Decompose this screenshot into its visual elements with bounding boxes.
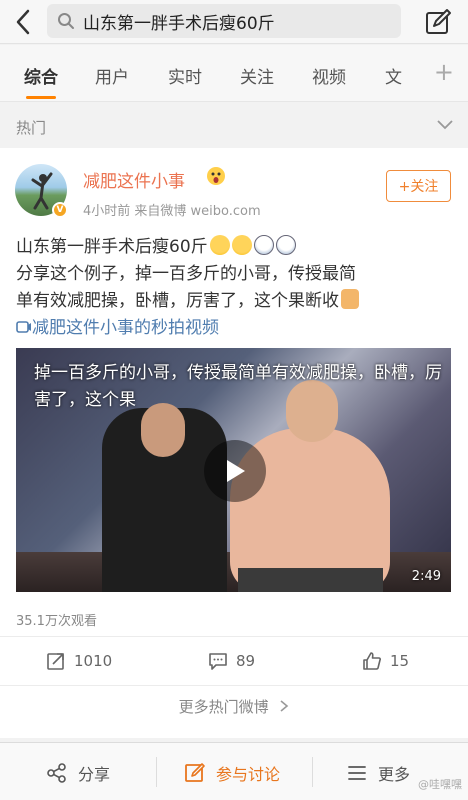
tab-users[interactable]: 用户 [95, 63, 129, 88]
edit-icon [426, 9, 451, 34]
compose-button[interactable] [422, 6, 454, 38]
more-label: 更多 [378, 765, 411, 784]
tab-general[interactable]: 综合 [24, 63, 58, 88]
ghost-emoji-icon [275, 235, 296, 255]
back-button[interactable] [6, 4, 40, 40]
ghost-emoji-icon [253, 235, 274, 255]
chevron-right-icon [280, 700, 289, 712]
comment-button[interactable]: 89 [208, 651, 255, 671]
follow-button[interactable]: +关注 [386, 170, 451, 202]
search-input[interactable]: 山东第一胖手术后瘦60斤 [47, 4, 401, 38]
shock-emoji-icon [209, 235, 230, 255]
more-hot-posts-link[interactable]: 更多热门微博 [0, 696, 468, 728]
repost-count: 1010 [74, 652, 113, 670]
search-query: 山东第一胖手术后瘦60斤 [83, 13, 275, 34]
post-body-line: 分享这个例子，掉一百多斤的小哥，传授最简 [16, 264, 356, 284]
video-link-icon [16, 321, 31, 333]
post-title: 山东第一胖手术后瘦60斤 [16, 237, 208, 257]
video-link[interactable]: 减肥这件小事的秒拍视频 [16, 315, 456, 342]
add-tab-icon[interactable]: + [434, 60, 454, 84]
more-icon [348, 766, 366, 780]
post-card: V 减肥这件小事 4小时前 来自微博 weibo.com +关注 山东第一胖手术… [0, 148, 468, 738]
post-text-line: 山东第一胖手术后瘦60斤 [16, 234, 456, 261]
tab-videos[interactable]: 视频 [312, 63, 346, 88]
share-icon [47, 763, 66, 783]
thumbs-up-icon [363, 652, 381, 670]
video-duration: 2:49 [411, 569, 441, 584]
post-meta: 4小时前 来自微博 weibo.com [83, 204, 261, 219]
share-button[interactable]: 分享 [46, 761, 110, 785]
video-caption: 掉一百多斤的小哥，传授最简单有效减肥操，卧槽，厉害了，这个果 [34, 363, 442, 410]
video-person-right-pants [238, 568, 383, 592]
repost-button[interactable]: 1010 [46, 651, 112, 671]
comment-icon [209, 653, 227, 670]
watermark: @哇嘿嘿 [418, 778, 462, 791]
tab-articles[interactable]: 文 [385, 63, 402, 88]
video-player[interactable]: 掉一百多斤的小哥，传授最简单有效减肥操，卧槽，厉害了，这个果 2:49 [16, 348, 451, 592]
thumbs-up-emoji-icon [341, 289, 359, 309]
verified-badge-icon: V [52, 202, 68, 218]
section-header-hot: 热门 [0, 103, 468, 147]
tab-following[interactable]: 关注 [240, 63, 274, 88]
post-text-line: 单有效减肥操，卧槽，厉害了，这个果断收 [16, 288, 456, 315]
comment-count: 89 [236, 652, 256, 670]
back-arrow-icon [16, 9, 30, 35]
post-actions: 1010 89 15 [0, 636, 468, 686]
shock-emoji-icon [231, 235, 252, 255]
like-button[interactable]: 15 [362, 651, 409, 671]
view-count: 35.1万次观看 [16, 614, 97, 629]
divider [312, 757, 313, 787]
like-count: 15 [390, 652, 410, 670]
tab-realtime[interactable]: 实时 [168, 63, 202, 88]
chevron-down-icon[interactable] [436, 115, 454, 134]
video-link-text: 减肥这件小事的秒拍视频 [32, 318, 219, 338]
scream-emoji-icon [206, 166, 226, 190]
play-icon [227, 460, 245, 482]
bottom-action-bar: 分享 参与讨论 更多 [0, 742, 468, 800]
discuss-button[interactable]: 参与讨论 [184, 761, 280, 785]
repost-icon [47, 653, 64, 670]
username[interactable]: 减肥这件小事 [83, 167, 185, 192]
search-icon [58, 13, 74, 29]
play-button[interactable] [204, 440, 266, 502]
share-label: 分享 [78, 765, 111, 784]
compose-icon [185, 763, 205, 782]
section-label: 热门 [16, 119, 47, 137]
discuss-label: 参与讨论 [216, 765, 281, 784]
divider [156, 757, 157, 787]
post-body-line: 单有效减肥操，卧槽，厉害了，这个果断收 [16, 291, 339, 311]
more-button[interactable]: 更多 [346, 761, 410, 785]
active-tab-indicator [26, 96, 56, 99]
post-text: 山东第一胖手术后瘦60斤 分享这个例子，掉一百多斤的小哥，传授最简 单有效减肥操… [16, 234, 456, 342]
tab-bar: 综合 用户 实时 关注 视频 文 + [0, 45, 468, 102]
more-hot-label: 更多热门微博 [178, 698, 269, 716]
top-bar: 山东第一胖手术后瘦60斤 [0, 0, 468, 44]
